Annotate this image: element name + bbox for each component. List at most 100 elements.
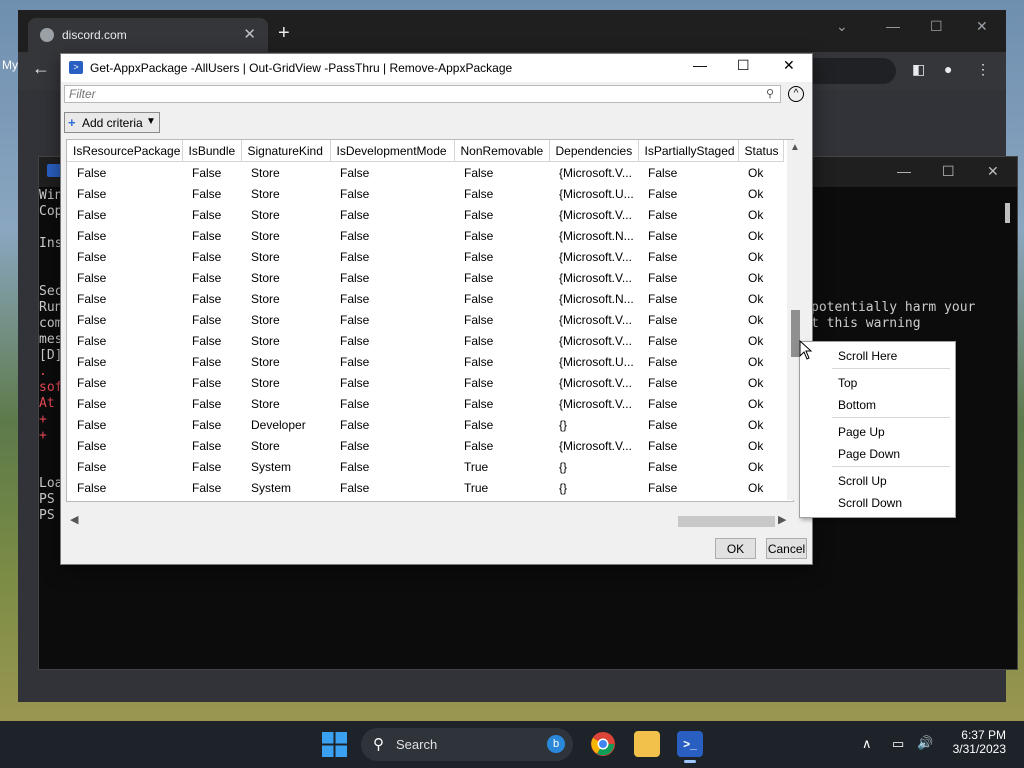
column-header[interactable]: Status: [738, 140, 784, 162]
column-header[interactable]: IsBundle: [182, 140, 242, 162]
column-header[interactable]: NonRemovable: [454, 140, 550, 162]
table-row[interactable]: FalseFalseSystemFalseTrue{}FalseOk: [67, 456, 783, 477]
console-line: +: [39, 428, 55, 443]
minimize-icon[interactable]: —: [886, 18, 900, 34]
column-header[interactable]: SignatureKind: [241, 140, 331, 162]
table-cell: {}: [559, 459, 568, 474]
network-icon[interactable]: ▭: [892, 736, 904, 752]
maximize-icon[interactable]: ☐: [930, 18, 943, 35]
menu-item-page-up[interactable]: Page Up: [838, 425, 885, 439]
table-row[interactable]: False False Store False False {Microsoft.V...…: [67, 372, 783, 393]
table-cell: Store: [251, 333, 280, 348]
console-line: mes: [39, 332, 63, 347]
console-scrollbar[interactable]: [1005, 203, 1010, 223]
table-cell: Store: [251, 438, 280, 453]
new-tab-button[interactable]: +: [278, 23, 290, 43]
console-line: .: [39, 364, 55, 379]
column-header[interactable]: IsPartiallyStaged: [638, 140, 739, 162]
table-row[interactable]: False False Store False False {Microsoft.V...…: [67, 435, 783, 456]
table-cell: False: [77, 459, 107, 474]
menu-item-top[interactable]: Top: [838, 376, 857, 390]
maximize-icon[interactable]: ☐: [737, 57, 750, 74]
table-cell: False: [464, 249, 494, 264]
table-cell: False: [77, 228, 107, 243]
table-row[interactable]: False False Store False False {Microsoft.V...…: [67, 246, 783, 267]
bing-icon[interactable]: b: [547, 735, 565, 753]
console-line: Win: [39, 188, 63, 203]
windows-start-icon[interactable]: [322, 732, 347, 757]
table-cell: False: [192, 459, 222, 474]
scroll-left-arrow-icon[interactable]: ◀: [70, 513, 78, 526]
table-cell: False: [464, 396, 494, 411]
table-cell: False: [77, 438, 107, 453]
column-header[interactable]: Dependencies: [549, 140, 639, 162]
back-icon[interactable]: ←: [32, 58, 50, 79]
table-row[interactable]: FalseFalseSystemFalseTrue{}FalseOk: [67, 498, 783, 501]
table-row[interactable]: False False Store False False {Microsoft.N...…: [67, 288, 783, 309]
table-cell: False: [340, 375, 370, 390]
table-row[interactable]: False False Store False False {Microsoft.V...…: [67, 204, 783, 225]
menu-item-scroll-down[interactable]: Scroll Down: [838, 496, 902, 510]
maximize-icon[interactable]: ☐: [942, 163, 955, 180]
table-cell: False: [464, 375, 494, 390]
cancel-button[interactable]: Cancel: [766, 538, 807, 559]
h-scrollbar-thumb[interactable]: [678, 516, 775, 527]
table-cell: False: [648, 312, 678, 327]
table-row[interactable]: False False Store False False {Microsoft.V...…: [67, 309, 783, 330]
menu-item-bottom[interactable]: Bottom: [838, 398, 876, 412]
scroll-up-arrow-icon[interactable]: ▲: [790, 142, 800, 153]
tab-search-icon[interactable]: ⌄: [836, 18, 848, 35]
collapse-filter-icon[interactable]: ^: [788, 86, 804, 102]
volume-icon[interactable]: 🔊: [917, 735, 933, 751]
close-icon[interactable]: ✕: [976, 18, 988, 35]
table-cell: False: [192, 312, 222, 327]
add-criteria-label: Add criteria: [82, 116, 143, 130]
chevron-up-icon[interactable]: ∧: [862, 736, 872, 752]
side-panel-icon[interactable]: ◧: [912, 62, 926, 76]
data-grid[interactable]: IsResourcePackage IsBundle SignatureKind Is…: [66, 139, 794, 502]
table-row[interactable]: FalseFalseSystemFalseTrue{}FalseOk: [67, 477, 783, 498]
column-header[interactable]: IsResourcePackage: [67, 140, 183, 162]
table-row[interactable]: False False Store False False {Microsoft.V...…: [67, 330, 783, 351]
browser-tab[interactable]: discord.com ✕: [28, 18, 268, 52]
menu-item-scroll-up[interactable]: Scroll Up: [838, 474, 887, 488]
add-criteria-button[interactable]: + Add criteria ▼: [64, 112, 160, 133]
close-icon[interactable]: ✕: [783, 57, 795, 74]
close-icon[interactable]: ✕: [987, 163, 999, 180]
table-row[interactable]: False False Store False False {Microsoft.V...…: [67, 393, 783, 414]
menu-icon[interactable]: ⋮: [976, 62, 990, 76]
column-header[interactable]: IsDevelopmentMode: [330, 140, 455, 162]
horizontal-scrollbar[interactable]: ◀ ▶: [66, 513, 790, 529]
scroll-right-arrow-icon[interactable]: ▶: [778, 513, 786, 526]
chrome-icon[interactable]: [590, 731, 616, 757]
table-row[interactable]: False False Developer False False {} False Ok: [67, 414, 783, 435]
powershell-taskbar-icon[interactable]: >_: [677, 731, 703, 757]
file-explorer-icon[interactable]: [634, 731, 660, 757]
filter-input[interactable]: [64, 85, 781, 103]
table-cell: False: [340, 459, 370, 474]
table-row[interactable]: False False Store False False {Microsoft.V...…: [67, 267, 783, 288]
table-row[interactable]: False False Store False False {Microsoft.U...…: [67, 183, 783, 204]
table-cell: Developer: [251, 417, 306, 432]
table-cell: Ok: [748, 312, 764, 327]
minimize-icon[interactable]: —: [693, 57, 707, 73]
close-tab-icon[interactable]: ✕: [243, 25, 256, 43]
taskbar-clock[interactable]: 6:37 PM 3/31/2023: [950, 728, 1006, 756]
table-row[interactable]: False False Store False False {Microsoft.N...…: [67, 225, 783, 246]
menu-item-scroll-here[interactable]: Scroll Here: [838, 349, 897, 363]
table-row[interactable]: False False Store False False {Microsoft.V...…: [67, 162, 783, 184]
search-icon: ⚲: [373, 736, 384, 753]
minimize-icon[interactable]: —: [897, 163, 911, 179]
console-line: PS: [39, 492, 63, 507]
table-cell: {Microsoft.V...: [559, 396, 632, 411]
taskbar-search[interactable]: ⚲ Search b: [361, 728, 573, 761]
table-row[interactable]: False False Store False False {Microsoft.U...…: [67, 351, 783, 372]
table-cell: {Microsoft.N...: [559, 291, 634, 306]
ok-button[interactable]: OK: [715, 538, 756, 559]
profile-icon[interactable]: ●: [944, 62, 958, 76]
menu-divider: [832, 466, 950, 467]
table-cell: False: [77, 291, 107, 306]
table-cell: Store: [251, 270, 280, 285]
table-cell: False: [340, 228, 370, 243]
menu-item-page-down[interactable]: Page Down: [838, 447, 900, 461]
